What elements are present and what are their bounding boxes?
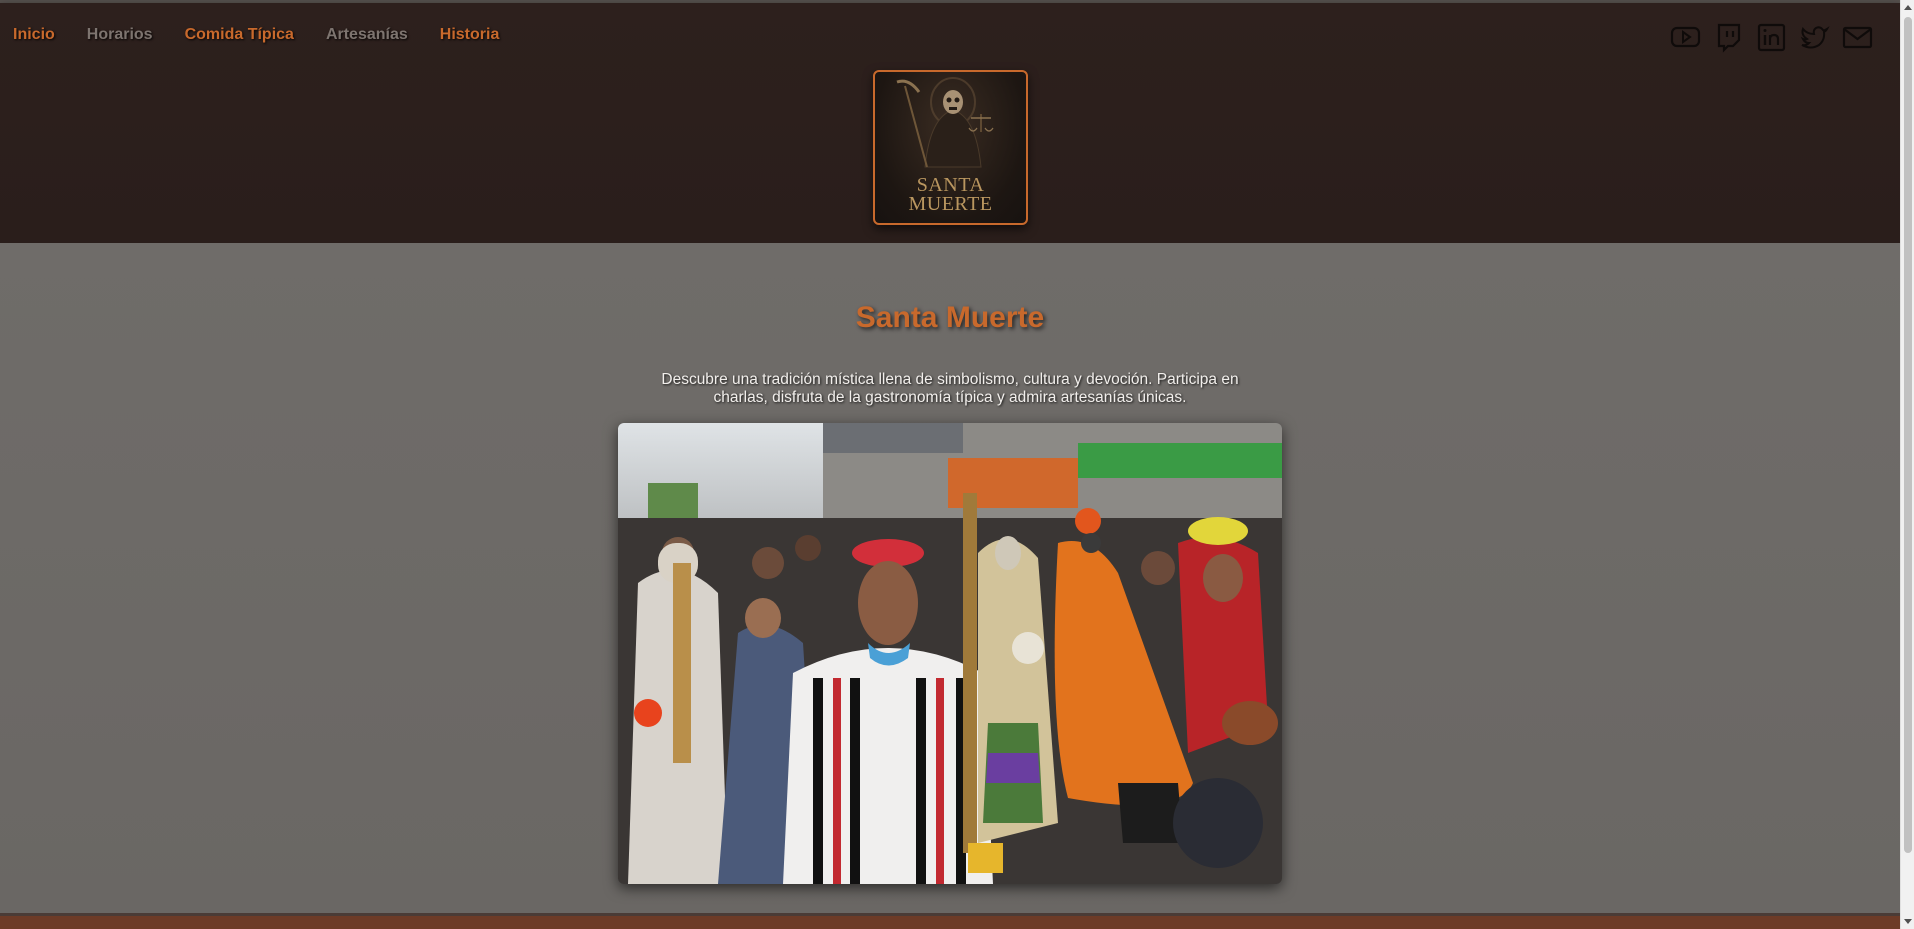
nav-comida-tipica[interactable]: Comida Típica bbox=[185, 26, 294, 44]
scrollbar-thumb[interactable] bbox=[1904, 17, 1912, 853]
youtube-icon[interactable] bbox=[1669, 21, 1702, 53]
mail-icon[interactable] bbox=[1841, 21, 1874, 53]
site-header: Inicio Horarios Comida Típica Artesanías… bbox=[0, 3, 1900, 243]
nav-inicio[interactable]: Inicio bbox=[13, 26, 55, 44]
twitch-icon[interactable] bbox=[1712, 21, 1745, 53]
nav-historia[interactable]: Historia bbox=[440, 26, 500, 44]
main-nav: Inicio Horarios Comida Típica Artesanías… bbox=[13, 26, 531, 44]
hero-description: Descubre una tradición mística llena de … bbox=[661, 370, 1239, 406]
linkedin-icon[interactable] bbox=[1755, 21, 1788, 53]
nav-horarios[interactable]: Horarios bbox=[87, 26, 153, 44]
santa-muerte-logo[interactable]: SANTA MUERTE bbox=[873, 70, 1028, 225]
footer-strip bbox=[0, 913, 1914, 929]
logo-title: SANTA MUERTE bbox=[875, 175, 1026, 215]
nav-artesanias[interactable]: Artesanías bbox=[326, 26, 408, 44]
scroll-up-arrow-icon[interactable] bbox=[1904, 5, 1912, 10]
logo-line-2: MUERTE bbox=[908, 193, 993, 215]
procession-photo-illustration bbox=[618, 423, 1282, 884]
hero-section: Santa Muerte Descubre una tradición míst… bbox=[0, 243, 1900, 913]
page: Inicio Horarios Comida Típica Artesanías… bbox=[0, 0, 1900, 929]
scroll-down-arrow-icon[interactable] bbox=[1904, 919, 1912, 924]
vertical-scrollbar[interactable] bbox=[1900, 0, 1914, 929]
twitter-icon[interactable] bbox=[1798, 21, 1831, 53]
procession-photo bbox=[618, 423, 1282, 884]
page-title: Santa Muerte bbox=[855, 301, 1045, 334]
social-links bbox=[1669, 21, 1874, 53]
